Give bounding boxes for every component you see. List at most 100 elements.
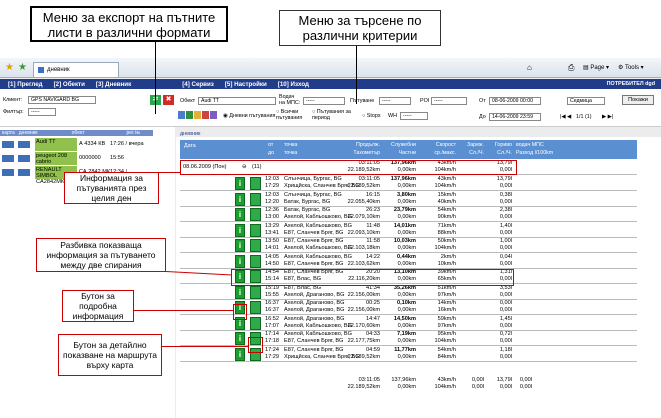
client-select[interactable]: GPS NAVIGARD BG bbox=[28, 96, 96, 104]
filter-select[interactable]: ----- bbox=[28, 108, 56, 116]
trip-speed-max: 88km/h bbox=[437, 230, 456, 236]
trip-row[interactable]: i 12:36 13:00 Батак, Бургас, BG Ахелой, Кабл… bbox=[180, 207, 637, 222]
trip-row[interactable]: i 12:03 17:29 Слънчица, Бургас, BG Хрищйска,… bbox=[180, 176, 637, 191]
callout-search-menu: Меню за търсене по различни критерии bbox=[279, 10, 441, 46]
pager-first-icon[interactable]: |◀ ◀ bbox=[560, 114, 571, 120]
header-driver: водач МПС bbox=[516, 142, 544, 148]
period-select[interactable]: Седмица bbox=[567, 97, 605, 105]
export-csv-icon[interactable] bbox=[202, 111, 209, 119]
journal-icon[interactable] bbox=[18, 141, 30, 148]
trip-row[interactable]: i 15:19 15:55 E87, Влас, BG Ахелой, Драганов… bbox=[180, 285, 637, 300]
map-route-icon[interactable] bbox=[250, 193, 261, 206]
trip-start-time: 16:52 bbox=[265, 316, 279, 322]
trip-speed-max: 104km/h bbox=[434, 245, 456, 251]
info-icon[interactable]: i bbox=[235, 224, 245, 237]
trip-business-km: 0,10km bbox=[397, 300, 416, 306]
trip-tacho: 22.093,10km bbox=[347, 230, 380, 236]
info-icon[interactable]: i bbox=[235, 286, 245, 299]
map-icon[interactable] bbox=[2, 169, 14, 176]
trip-start-time: 16:37 bbox=[265, 300, 279, 306]
show-button[interactable]: Покажи bbox=[622, 95, 654, 105]
callout-map-line bbox=[162, 346, 249, 347]
menu-item-exit[interactable]: [10] Изход bbox=[278, 81, 309, 88]
trip-business-km: 10,03km bbox=[393, 238, 416, 244]
object-label: Обект bbox=[180, 98, 196, 104]
callout-day-info: Информация за пътуванията през целия ден bbox=[64, 172, 159, 204]
map-route-icon[interactable] bbox=[250, 177, 261, 190]
home-icon[interactable]: ⌂ bbox=[527, 63, 532, 72]
add-favorite-icon[interactable]: ★ bbox=[18, 62, 27, 73]
map-route-icon[interactable] bbox=[250, 286, 261, 299]
vehicle-row[interactable]: peugeot 208 cabrio 0000000 15:56 bbox=[0, 152, 153, 165]
radio-all[interactable]: ○ Всички пътувания bbox=[276, 109, 306, 121]
browser-tab[interactable]: дневник bbox=[33, 62, 119, 77]
total-extra1: 0,00l bbox=[519, 377, 532, 383]
map-route-icon[interactable] bbox=[250, 317, 261, 330]
trip-row[interactable]: i 13:29 13:41 Ахелой, Кабльошково, BG E87, С… bbox=[180, 223, 637, 238]
info-icon[interactable]: i bbox=[235, 193, 245, 206]
map-route-icon[interactable] bbox=[250, 255, 261, 268]
close-red-icon[interactable]: ✖ bbox=[163, 95, 174, 105]
info-icon[interactable]: i bbox=[235, 177, 245, 190]
menu-item-service[interactable]: [4] Сервиз bbox=[182, 81, 214, 88]
menu-item-overview[interactable]: [1] Преглед bbox=[8, 81, 43, 88]
trip-consumption2: 0,00l bbox=[499, 214, 512, 220]
trip-private-km: 0,00km bbox=[397, 214, 416, 220]
wh-select[interactable]: ----- bbox=[400, 112, 428, 120]
to-date-input[interactable]: 14-06-2009 23:59 bbox=[489, 113, 541, 121]
map-route-icon[interactable] bbox=[250, 208, 261, 221]
journal-label: дневник bbox=[180, 131, 201, 137]
trip-row[interactable]: i 16:37 16:37 Ахелой, Драганово, BG Ахелой, … bbox=[180, 300, 637, 315]
menu-item-journal[interactable]: [3] Дневник bbox=[96, 81, 131, 88]
map-route-icon[interactable] bbox=[250, 239, 261, 252]
trip-duration: 41:34 bbox=[366, 285, 380, 291]
info-icon[interactable]: i bbox=[235, 239, 245, 252]
trip-duration: 16:15 bbox=[366, 192, 380, 198]
export-excel-icon[interactable] bbox=[186, 111, 193, 119]
radio-daily[interactable]: ◉ Дневни пътувания bbox=[223, 113, 275, 119]
page-menu[interactable]: ▤ Page ▾ bbox=[583, 64, 609, 71]
trip-end-point: Ахелой, Драганово, BG bbox=[284, 292, 345, 298]
from-label: От bbox=[479, 98, 486, 104]
export-print-icon[interactable] bbox=[210, 111, 217, 119]
trip-tacho: 22.170,60km bbox=[347, 323, 380, 329]
vehicle-row[interactable]: Audi TT А 4334 КВ 17:26 / вчера bbox=[0, 138, 153, 151]
map-route-icon[interactable] bbox=[250, 224, 261, 237]
object-select[interactable]: Audi TT bbox=[198, 97, 276, 105]
tools-menu[interactable]: ⚙ Tools ▾ bbox=[618, 64, 644, 71]
trip-speed-avg: 54km/h bbox=[437, 207, 456, 213]
radio-period[interactable]: ○ Пътувания за период bbox=[312, 109, 352, 121]
trip-select[interactable]: ----- bbox=[379, 97, 411, 105]
trip-row[interactable]: i 16:52 17:07 Ахелой, Драганово, BG Ахелой, … bbox=[180, 316, 637, 331]
menu-item-objects[interactable]: [2] Обекти bbox=[54, 81, 85, 88]
callout-export-line bbox=[155, 42, 156, 114]
trip-consumption1: 3,53l bbox=[499, 285, 512, 291]
favorites-star-icon[interactable]: ★ bbox=[5, 62, 14, 73]
trip-row[interactable]: i 12:03 12:20 Слънчица, Бургас, BG Батак, Бу… bbox=[180, 192, 637, 207]
header-to: до bbox=[268, 150, 275, 156]
pager-next-icon[interactable]: ▶ ▶| bbox=[602, 114, 613, 120]
info-icon[interactable]: i bbox=[235, 348, 245, 361]
from-date-input[interactable]: 08-06-2009 00:00 bbox=[489, 97, 541, 105]
radio-stops[interactable]: ○ Stops bbox=[362, 113, 381, 119]
trip-speed-avg: 14km/h bbox=[437, 300, 456, 306]
trip-consumption1: 13,79l bbox=[496, 176, 512, 182]
info-icon[interactable]: i bbox=[235, 332, 245, 345]
map-icon[interactable] bbox=[2, 155, 14, 162]
info-icon[interactable]: i bbox=[235, 255, 245, 268]
export-word-icon[interactable] bbox=[194, 111, 201, 119]
menu-item-settings[interactable]: [5] Настройки bbox=[225, 81, 267, 88]
map-route-icon[interactable] bbox=[250, 301, 261, 314]
journal-icon[interactable] bbox=[18, 155, 30, 162]
driver-select[interactable]: ----- bbox=[303, 97, 345, 105]
trip-end-time: 17:18 bbox=[265, 338, 279, 344]
map-icon[interactable] bbox=[2, 141, 14, 148]
export-pdf-icon[interactable] bbox=[178, 111, 185, 119]
info-icon[interactable]: i bbox=[235, 208, 245, 221]
poi-select[interactable]: ----- bbox=[431, 97, 467, 105]
trip-row[interactable]: i 13:50 14:01 E87, Сланчев Бряг, BG Ахелой, … bbox=[180, 238, 637, 253]
print-icon[interactable]: ⎙ bbox=[568, 63, 574, 73]
trip-row[interactable]: i 14:05 14:50 Ахелой, Кабльошково, BG E87, С… bbox=[180, 254, 637, 269]
journal-icon[interactable] bbox=[18, 169, 30, 176]
header-point-from: точка bbox=[284, 142, 298, 148]
